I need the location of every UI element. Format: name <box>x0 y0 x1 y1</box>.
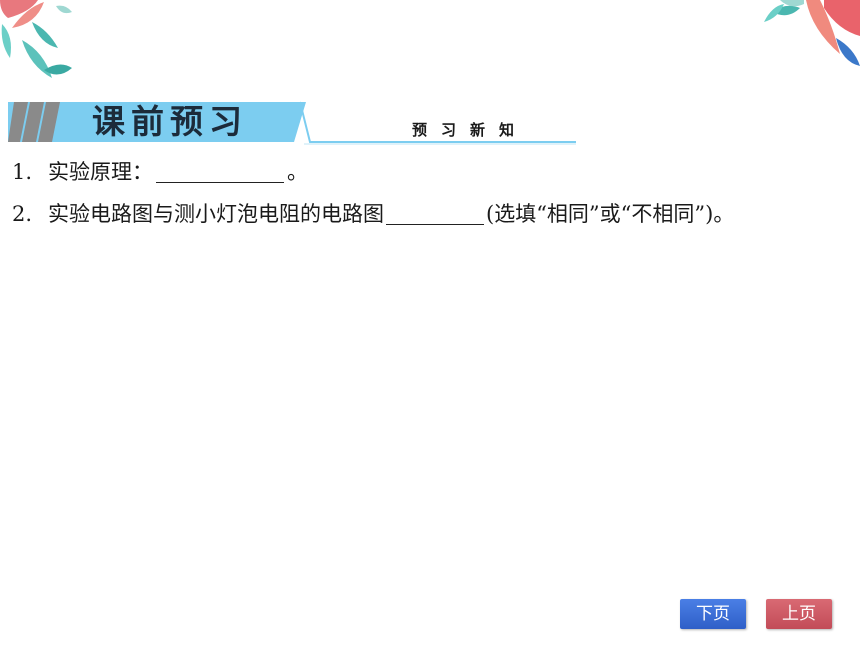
question-text: 实验电路图与测小灯泡电阻的电路图 <box>48 202 384 226</box>
question-text-end: 。 <box>287 160 308 184</box>
question-number: 1. <box>12 160 33 184</box>
leaf-decoration-top-left <box>0 0 72 78</box>
section-subtitle: 预习新知 <box>412 121 529 139</box>
answer-blank[interactable] <box>386 202 484 225</box>
question-text-end: (选填“相同”或“不相同”)。 <box>486 202 735 226</box>
question-text: 实验原理： <box>48 160 153 184</box>
question-1: 1. 实验原理： 。 <box>12 157 308 187</box>
leaf-decoration-top-right <box>764 0 860 66</box>
next-page-button[interactable]: 下页 <box>680 599 746 629</box>
question-number: 2. <box>12 202 33 226</box>
question-2: 2. 实验电路图与测小灯泡电阻的电路图 (选填“相同”或“不相同”)。 <box>12 199 734 229</box>
answer-blank[interactable] <box>156 160 284 183</box>
section-title: 课前预习 <box>92 102 248 141</box>
previous-page-button[interactable]: 上页 <box>766 599 832 629</box>
